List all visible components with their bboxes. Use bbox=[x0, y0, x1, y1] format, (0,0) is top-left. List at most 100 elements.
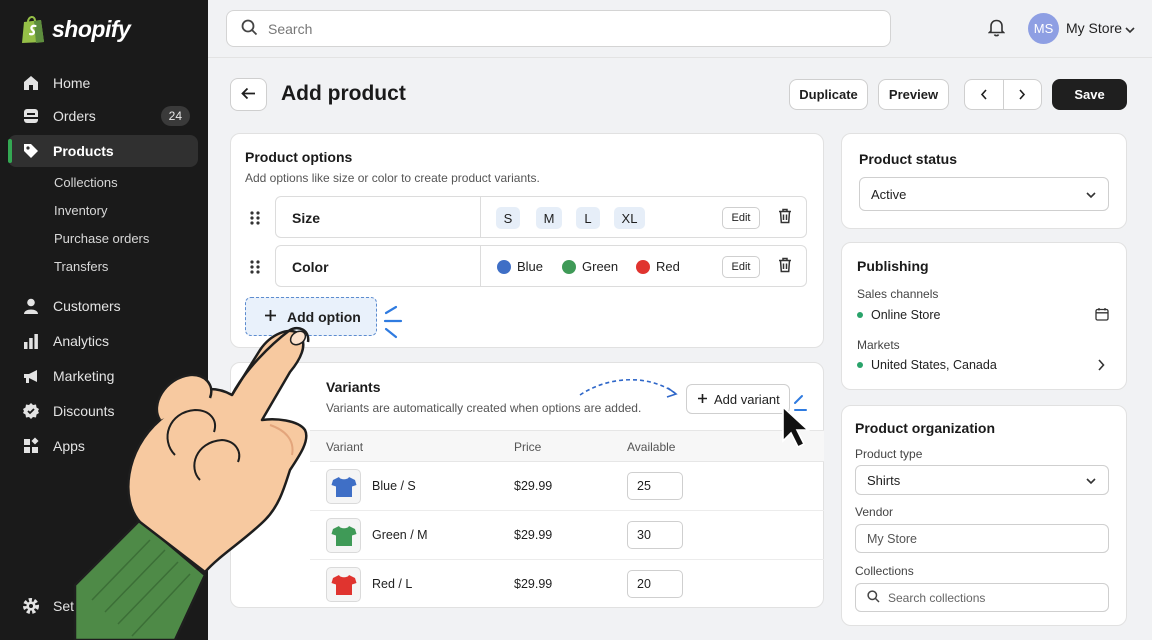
option-row-color: Color Blue Green Red Edit bbox=[275, 245, 807, 287]
quantity-input[interactable]: 30 bbox=[627, 521, 683, 549]
color-label: Red bbox=[656, 259, 680, 274]
page-title: Add product bbox=[281, 82, 406, 105]
chevron-left-icon[interactable] bbox=[965, 80, 1003, 109]
sidebar-item-home[interactable]: Home bbox=[8, 67, 198, 99]
product-organization-title: Product organization bbox=[855, 420, 995, 436]
product-type-value: Shirts bbox=[867, 472, 901, 488]
color-swatch bbox=[497, 259, 511, 274]
product-options-title: Product options bbox=[245, 149, 353, 165]
quantity-input[interactable]: 25 bbox=[627, 472, 683, 500]
trash-icon[interactable] bbox=[778, 208, 792, 227]
shopify-bag-icon bbox=[20, 14, 46, 44]
drag-handle-icon[interactable] bbox=[249, 259, 261, 278]
variant-name: Blue / S bbox=[372, 479, 416, 493]
sidebar-subitem-transfers[interactable]: Transfers bbox=[54, 259, 108, 274]
variant-price: $29.99 bbox=[514, 479, 553, 493]
color-swatch bbox=[562, 259, 576, 274]
divider bbox=[480, 197, 481, 237]
sales-channel-value: Online Store bbox=[871, 308, 941, 322]
avatar[interactable]: MS bbox=[1028, 13, 1059, 44]
markets-value: United States, Canada bbox=[871, 358, 997, 372]
orders-icon bbox=[22, 107, 40, 125]
sidebar-item-label: Products bbox=[53, 143, 114, 159]
chevron-right-icon[interactable] bbox=[1097, 359, 1105, 374]
trash-icon[interactable] bbox=[778, 257, 792, 276]
brand-logo[interactable]: shopify bbox=[0, 0, 208, 58]
bar-chart-icon bbox=[22, 332, 40, 350]
variants-title: Variants bbox=[326, 379, 381, 395]
save-button[interactable]: Save bbox=[1052, 79, 1127, 110]
markets-value-row[interactable]: United States, Canada bbox=[857, 358, 997, 372]
add-variant-button[interactable]: Add variant bbox=[686, 384, 790, 414]
table-row[interactable]: Green / M $29.99 30 bbox=[310, 511, 824, 560]
option-name: Size bbox=[292, 210, 321, 226]
edit-button[interactable]: Edit bbox=[722, 256, 760, 278]
variants-table-header: Variant Price Available bbox=[310, 430, 824, 462]
search-input[interactable]: Search bbox=[226, 10, 891, 47]
collections-placeholder: Search collections bbox=[888, 590, 986, 605]
status-dot bbox=[857, 312, 863, 318]
sidebar-item-apps[interactable]: Apps bbox=[8, 430, 198, 462]
status-select[interactable]: Active bbox=[859, 177, 1109, 211]
edit-button[interactable]: Edit bbox=[722, 207, 760, 229]
sidebar-item-settings[interactable]: Settings bbox=[8, 590, 198, 622]
variants-subtitle: Variants are automatically created when … bbox=[326, 401, 642, 415]
calendar-icon[interactable] bbox=[1095, 307, 1109, 324]
chevron-down-icon[interactable] bbox=[1125, 22, 1135, 37]
tag-icon bbox=[22, 142, 40, 160]
sidebar-item-analytics[interactable]: Analytics bbox=[8, 325, 198, 357]
pagination bbox=[964, 79, 1042, 110]
sidebar-item-products[interactable]: Products bbox=[8, 135, 198, 167]
column-header-variant: Variant bbox=[326, 440, 364, 454]
table-row[interactable]: Blue / S $29.99 25 bbox=[310, 462, 824, 511]
tshirt-icon bbox=[326, 518, 361, 553]
column-header-available: Available bbox=[627, 440, 676, 454]
brand-name: shopify bbox=[52, 15, 131, 42]
quantity-input[interactable]: 20 bbox=[627, 570, 683, 598]
tshirt-icon bbox=[326, 469, 361, 504]
color-value-green: Green bbox=[562, 259, 618, 274]
collections-search-input[interactable]: Search collections bbox=[855, 583, 1109, 612]
color-value-blue: Blue bbox=[497, 259, 543, 274]
search-icon bbox=[241, 19, 258, 39]
gear-icon bbox=[22, 597, 40, 615]
sidebar-item-marketing[interactable]: Marketing bbox=[8, 360, 198, 392]
preview-button[interactable]: Preview bbox=[878, 79, 949, 110]
top-bar: Search MS My Store bbox=[208, 0, 1152, 58]
product-type-select[interactable]: Shirts bbox=[855, 465, 1109, 495]
publishing-title: Publishing bbox=[857, 258, 929, 274]
sidebar-item-orders[interactable]: Orders 24 bbox=[8, 100, 198, 132]
variant-price: $29.99 bbox=[514, 528, 553, 542]
sales-channels-label: Sales channels bbox=[857, 287, 939, 301]
chevron-right-icon[interactable] bbox=[1002, 80, 1042, 109]
drag-handle-icon[interactable] bbox=[249, 210, 261, 229]
sidebar-item-customers[interactable]: Customers bbox=[8, 290, 198, 322]
apps-icon bbox=[22, 437, 40, 455]
sidebar-item-label: Home bbox=[53, 75, 91, 91]
sidebar-subitem-purchase-orders[interactable]: Purchase orders bbox=[54, 231, 149, 246]
table-row[interactable]: Red / L $29.99 20 bbox=[310, 560, 824, 609]
sidebar-item-label: Marketing bbox=[53, 368, 115, 384]
sidebar-subitem-inventory[interactable]: Inventory bbox=[54, 203, 107, 218]
add-option-button[interactable]: Add option bbox=[245, 297, 377, 336]
plus-icon bbox=[264, 309, 277, 325]
option-value-chip: S bbox=[496, 207, 520, 229]
sidebar-item-discounts[interactable]: Discounts bbox=[8, 395, 198, 427]
sidebar-subitem-collections[interactable]: Collections bbox=[54, 175, 118, 190]
person-icon bbox=[22, 297, 40, 315]
sidebar-item-label: Discounts bbox=[53, 403, 115, 419]
vendor-label: Vendor bbox=[855, 505, 894, 519]
collections-label: Collections bbox=[855, 564, 914, 578]
color-value-red: Red bbox=[636, 259, 680, 274]
duplicate-button[interactable]: Duplicate bbox=[789, 79, 868, 110]
search-icon bbox=[867, 589, 880, 606]
search-placeholder: Search bbox=[268, 20, 313, 37]
vendor-value: My Store bbox=[867, 531, 918, 546]
bell-icon[interactable] bbox=[987, 18, 1006, 40]
back-button[interactable] bbox=[230, 78, 267, 111]
sidebar: shopify Home Orders 24 Products Collecti… bbox=[0, 0, 208, 640]
store-name[interactable]: My Store bbox=[1066, 20, 1122, 36]
option-value-chip: M bbox=[536, 207, 562, 229]
plus-icon bbox=[697, 392, 708, 407]
vendor-input[interactable]: My Store bbox=[855, 524, 1109, 553]
